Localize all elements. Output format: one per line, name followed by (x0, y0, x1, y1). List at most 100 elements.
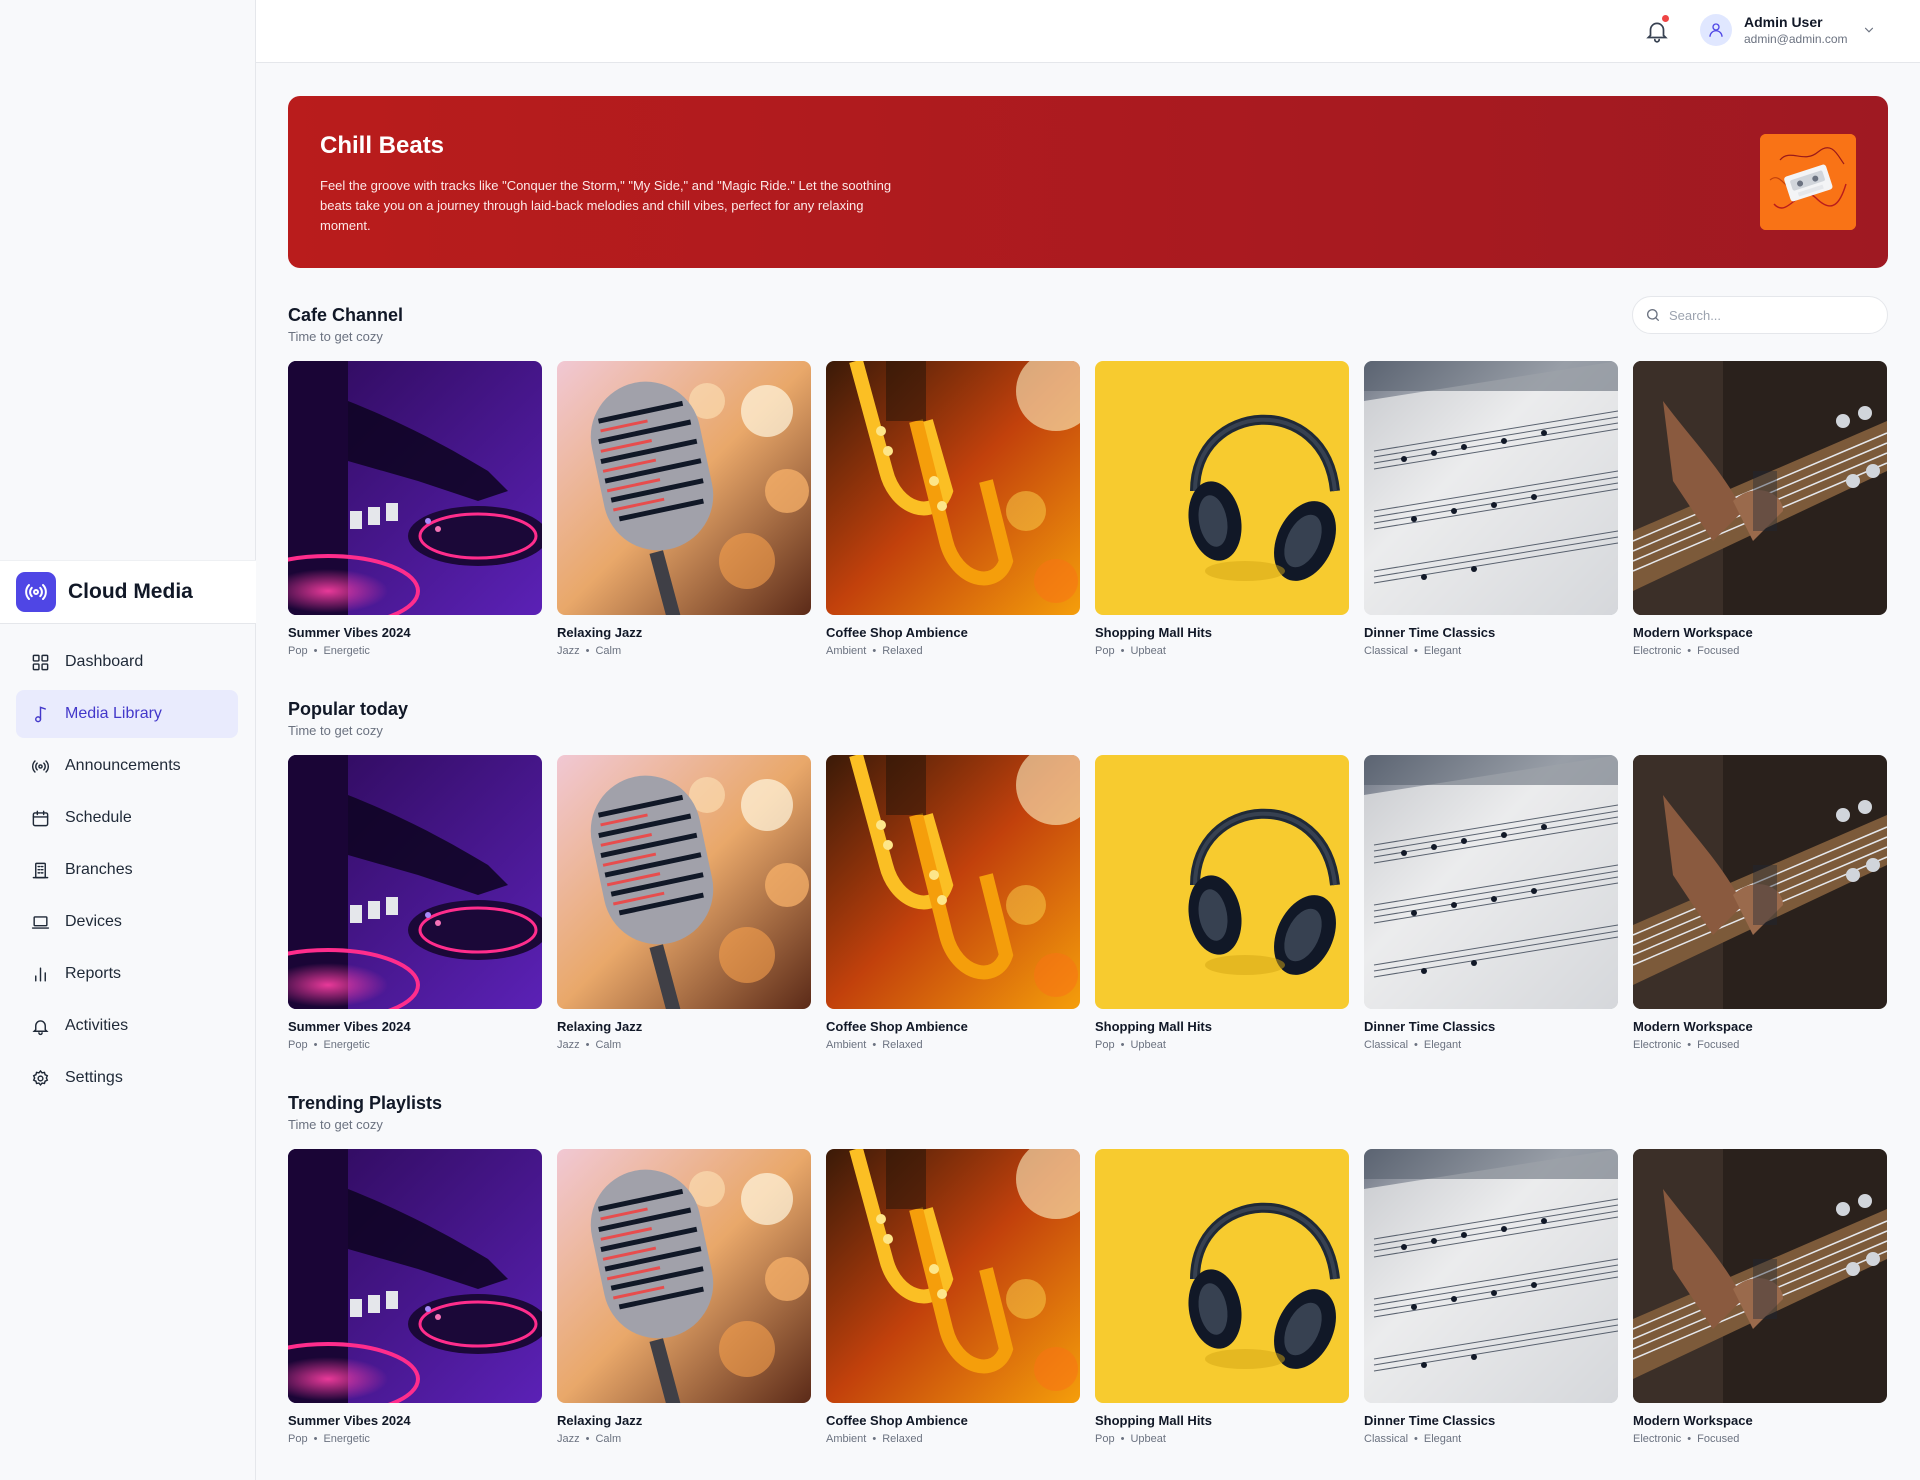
playlist-title: Coffee Shop Ambience (826, 1019, 968, 1034)
bullet-separator: • (1120, 1433, 1125, 1445)
bullet-separator: • (1414, 645, 1418, 657)
search-box[interactable] (1632, 296, 1888, 334)
playlist-cover-image (288, 1149, 542, 1403)
playlist-cover-image (826, 755, 1080, 1009)
sidebar-item-media-library[interactable]: Media Library (16, 690, 238, 738)
sidebar-item-schedule[interactable]: Schedule (16, 794, 238, 842)
playlist-card[interactable]: Modern Workspace Electronic • Focused (1633, 361, 1887, 658)
playlist-card[interactable]: Dinner Time Classics Classical • Elegant (1364, 755, 1618, 1052)
playlist-title: Modern Workspace (1633, 1413, 1753, 1428)
playlist-mood: Upbeat (1130, 1039, 1166, 1051)
sidebar-item-label: Dashboard (65, 653, 144, 670)
cassette-artwork (1760, 134, 1856, 230)
broadcast-icon (16, 572, 56, 612)
playlist-card[interactable]: Dinner Time Classics Classical • Elegant (1364, 1149, 1618, 1446)
playlist-title: Shopping Mall Hits (1095, 625, 1212, 640)
playlist-cover-image (557, 1149, 811, 1403)
bullet-separator: • (1687, 1039, 1692, 1051)
notifications-button[interactable] (1644, 15, 1670, 44)
playlist-mood: Calm (595, 1433, 622, 1445)
bullet-separator: • (585, 1433, 590, 1445)
sidebar-item-announcements[interactable]: Announcements (16, 742, 238, 790)
playlist-genre: Jazz (557, 1433, 580, 1445)
playlist-meta: Pop • Upbeat (1095, 1038, 1349, 1052)
sidebar-item-dashboard[interactable]: Dashboard (16, 638, 238, 686)
sidebar-item-reports[interactable]: Reports (16, 950, 238, 998)
brand-name: Cloud Media (68, 580, 193, 603)
playlist-mood: Relaxed (882, 1433, 923, 1445)
chevron-down-icon (1864, 27, 1873, 33)
playlist-cover-image (1095, 1149, 1349, 1403)
playlist-title: Modern Workspace (1633, 1019, 1753, 1034)
playlist-card[interactable]: Relaxing Jazz Jazz • Calm (557, 755, 811, 1052)
playlist-cover-image (557, 361, 811, 615)
sidebar-item-label: Reports (65, 965, 122, 982)
bullet-separator: • (313, 1039, 318, 1051)
playlist-card[interactable]: Relaxing Jazz Jazz • Calm (557, 1149, 811, 1446)
bell-icon (32, 1019, 49, 1035)
playlist-card[interactable]: Modern Workspace Electronic • Focused (1633, 1149, 1887, 1446)
playlist-title: Summer Vibes 2024 (288, 625, 411, 640)
playlist-mood: Focused (1697, 1039, 1740, 1051)
playlist-mood: Energetic (323, 1433, 370, 1445)
playlist-title: Modern Workspace (1633, 625, 1753, 640)
music-note-icon (35, 705, 46, 722)
sidebar-item-label: Announcements (65, 757, 181, 774)
hero-title: Chill Beats (320, 132, 445, 159)
playlist-genre: Electronic (1633, 1433, 1682, 1445)
playlist-meta: Pop • Energetic (288, 1432, 542, 1446)
playlist-card[interactable]: Coffee Shop Ambience Ambient • Relaxed (826, 755, 1080, 1052)
playlist-cover-image (826, 361, 1080, 615)
playlist-cover-image (1095, 755, 1349, 1009)
bullet-separator: • (1414, 1433, 1418, 1445)
playlist-meta: Electronic • Focused (1633, 1432, 1887, 1446)
playlist-genre: Ambient (826, 645, 867, 657)
bullet-separator: • (872, 1039, 877, 1051)
bullet-separator: • (1687, 1433, 1692, 1445)
user-menu[interactable]: Admin User admin@admin.com (1700, 13, 1876, 47)
playlist-card[interactable]: Coffee Shop Ambience Ambient • Relaxed (826, 1149, 1080, 1446)
playlist-cover-image (288, 361, 542, 615)
search-input[interactable] (1669, 307, 1869, 323)
section-title: Popular today (288, 699, 409, 719)
playlist-cover-image (1633, 1149, 1887, 1403)
playlist-meta: Ambient • Relaxed (826, 644, 1080, 658)
playlist-card[interactable]: Shopping Mall Hits Pop • Upbeat (1095, 755, 1349, 1052)
playlist-mood: Energetic (323, 1039, 370, 1051)
playlist-title: Coffee Shop Ambience (826, 625, 968, 640)
brand[interactable]: Cloud Media (0, 560, 256, 624)
playlist-title: Dinner Time Classics (1364, 1413, 1496, 1428)
playlist-meta: Classical • Elegant (1364, 1432, 1618, 1446)
playlist-genre: Classical (1364, 645, 1409, 657)
avatar (1700, 14, 1732, 46)
playlist-card[interactable]: Summer Vibes 2024 Pop • Energetic (288, 1149, 542, 1446)
notification-dot (1662, 15, 1669, 22)
playlist-card[interactable]: Summer Vibes 2024 Pop • Energetic (288, 755, 542, 1052)
playlist-mood: Focused (1697, 645, 1740, 657)
playlist-card[interactable]: Summer Vibes 2024 Pop • Energetic (288, 361, 542, 658)
sidebar-item-branches[interactable]: Branches (16, 846, 238, 894)
sidebar-item-settings[interactable]: Settings (16, 1054, 238, 1102)
playlist-meta: Ambient • Relaxed (826, 1432, 1080, 1446)
sidebar-item-devices[interactable]: Devices (16, 898, 238, 946)
playlist-card[interactable]: Relaxing Jazz Jazz • Calm (557, 361, 811, 658)
bullet-separator: • (585, 1039, 590, 1051)
playlist-genre: Classical (1364, 1433, 1409, 1445)
playlist-mood: Focused (1697, 1433, 1740, 1445)
playlist-card[interactable]: Shopping Mall Hits Pop • Upbeat (1095, 1149, 1349, 1446)
search-icon (1647, 309, 1659, 321)
playlist-card[interactable]: Modern Workspace Electronic • Focused (1633, 755, 1887, 1052)
playlist-mood: Upbeat (1130, 1433, 1166, 1445)
playlist-card[interactable]: Dinner Time Classics Classical • Elegant (1364, 361, 1618, 658)
sidebar-item-label: Settings (65, 1069, 123, 1086)
playlist-genre: Pop (288, 645, 308, 657)
bar-chart-icon (35, 966, 46, 982)
bullet-separator: • (872, 1433, 877, 1445)
playlist-meta: Pop • Upbeat (1095, 644, 1349, 658)
playlist-card[interactable]: Coffee Shop Ambience Ambient • Relaxed (826, 361, 1080, 658)
gear-icon (32, 1069, 49, 1086)
sidebar-item-activities[interactable]: Activities (16, 1002, 238, 1050)
section-cafe-channel: Cafe Channel Time to get cozy Summer Vib… (288, 296, 1888, 657)
bullet-separator: • (1120, 1039, 1125, 1051)
playlist-card[interactable]: Shopping Mall Hits Pop • Upbeat (1095, 361, 1349, 658)
